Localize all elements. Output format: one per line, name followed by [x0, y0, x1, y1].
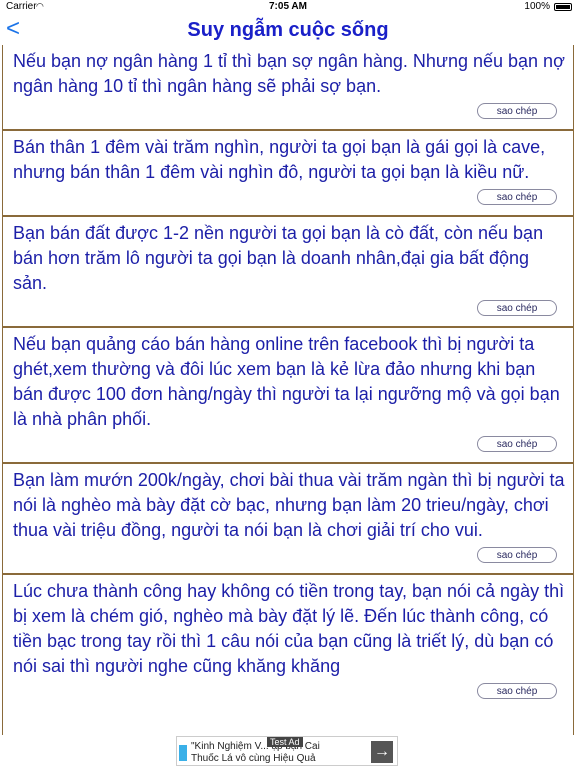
copy-button[interactable]: sao chép — [477, 189, 557, 205]
arrow-right-icon[interactable]: → — [371, 741, 393, 763]
copy-button[interactable]: sao chép — [477, 436, 557, 452]
copy-button[interactable]: sao chép — [477, 683, 557, 699]
quote-text: Bạn làm mướn 200k/ngày, chơi bài thua và… — [13, 470, 565, 540]
list-item: Bán thân 1 đêm vài trăm nghìn, người ta … — [3, 129, 573, 215]
page-title: Suy ngẫm cuộc sống — [187, 19, 389, 41]
list-item: Nếu bạn nợ ngân hàng 1 tỉ thì bạn sợ ngâ… — [3, 45, 573, 129]
quote-list[interactable]: Nếu bạn nợ ngân hàng 1 tỉ thì bạn sợ ngâ… — [2, 45, 574, 735]
copy-button[interactable]: sao chép — [477, 103, 557, 119]
battery-icon — [554, 3, 572, 11]
status-bar: Carrier ◠ 7:05 AM 100% — [0, 0, 576, 14]
list-item: Nếu bạn quảng cáo bán hàng online trên f… — [3, 326, 573, 462]
battery-percent: 100% — [524, 1, 550, 12]
ad-label: Test Ad — [267, 737, 303, 747]
clock: 7:05 AM — [269, 1, 307, 12]
list-item: Bạn làm mướn 200k/ngày, chơi bài thua và… — [3, 462, 573, 573]
quote-text: Nếu bạn nợ ngân hàng 1 tỉ thì bạn sợ ngâ… — [13, 51, 565, 96]
ad-banner[interactable]: "Kinh Nghiệm V... ạp bạn Cai Thuốc Lá vô… — [176, 736, 398, 766]
list-item: Lúc chưa thành công hay không có tiền tr… — [3, 573, 573, 709]
copy-button[interactable]: sao chép — [477, 300, 557, 316]
quote-text: Nếu bạn quảng cáo bán hàng online trên f… — [13, 334, 560, 429]
ad-info-icon[interactable] — [179, 745, 187, 761]
quote-text: Bạn bán đất được 1-2 nền người ta gọi bạ… — [13, 223, 544, 293]
navigation-bar: < Suy ngẫm cuộc sống — [0, 14, 576, 46]
ad-text-line-2: Thuốc Lá vô cùng Hiệu Quả — [191, 753, 316, 764]
copy-button[interactable]: sao chép — [477, 547, 557, 563]
list-item: Bạn bán đất được 1-2 nền người ta gọi bạ… — [3, 215, 573, 326]
quote-text: Bán thân 1 đêm vài trăm nghìn, người ta … — [13, 137, 546, 182]
quote-text: Lúc chưa thành công hay không có tiền tr… — [13, 581, 565, 676]
